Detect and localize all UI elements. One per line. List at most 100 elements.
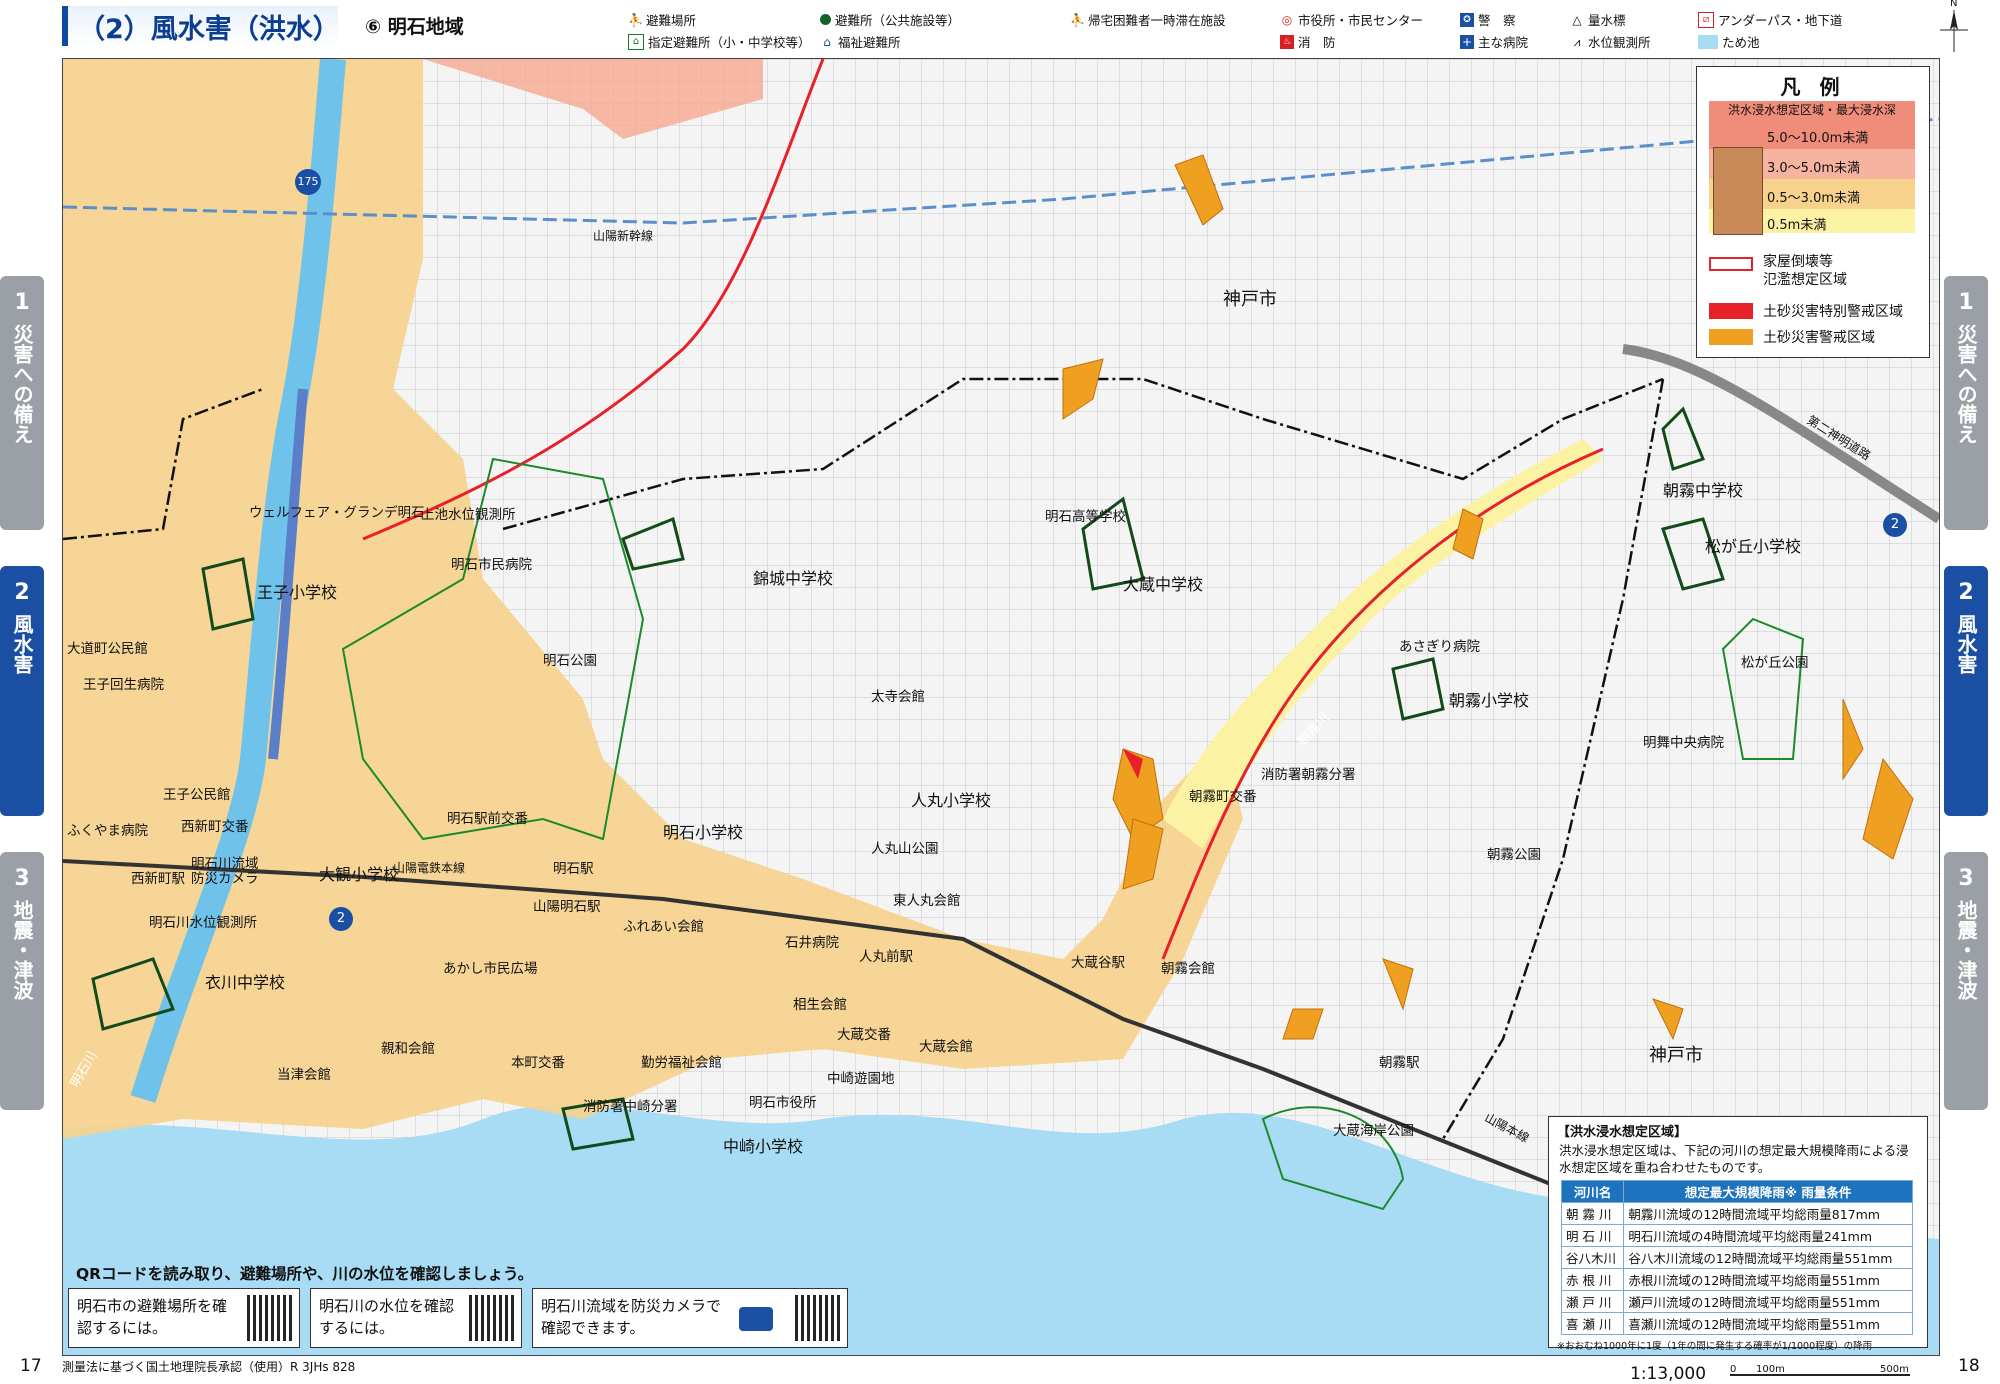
police-icon: ✪	[1460, 12, 1474, 27]
page-number-right: 18	[1958, 1356, 1980, 1376]
side-tab-right-2-label: 風水害	[1954, 614, 1978, 674]
legend-depth-title: 洪水浸水想定区域・最大浸水深	[1709, 101, 1915, 119]
legend-pond: ため池	[1698, 32, 1760, 51]
table-row: 明 石 川明石川流域の4時間流域平均総雨量241mm	[1560, 1224, 1913, 1247]
legend-police: ✪ 警 察	[1460, 10, 1516, 29]
table-row: 赤 根 川赤根川流域の12時間流域平均総雨量551mm	[1560, 1268, 1913, 1291]
north-label: N	[1950, 0, 1958, 9]
side-tab-left-1[interactable]: 1 災害への備え	[0, 276, 44, 530]
side-tab-left-3-label: 地震・津波	[10, 900, 34, 1000]
route-175-marker: 175	[295, 169, 321, 195]
route-2-marker-east: 2	[1883, 513, 1907, 537]
qr-code-water-level[interactable]	[469, 1295, 515, 1341]
school-asagiri-jhs: 朝霧中学校	[1663, 481, 1744, 500]
facility-akashi-city-hall: 明石市役所	[749, 1095, 817, 1111]
page-number-left: 17	[20, 1356, 42, 1376]
side-tab-right-2[interactable]: 2 風水害	[1944, 566, 1988, 816]
facility-tozu-kaikan: 当津会館	[277, 1067, 331, 1083]
welfare-shelter-icon: ⌂	[823, 34, 831, 49]
facility-tera-kaikan: 太寺会館	[871, 689, 925, 705]
water-level-station-icon: ⩘	[1573, 34, 1581, 49]
station-sanyo-akashi: 山陽明石駅	[533, 899, 601, 915]
city-label-kobe-north: 神戸市	[1223, 289, 1277, 310]
legend-hospital: + 主な病院	[1460, 34, 1529, 50]
landslide-warning-label: 土砂災害警戒区域	[1763, 330, 1875, 346]
facility-akashi-ekimae-koban: 明石駅前交番	[447, 811, 528, 827]
fire-station-icon: ♨	[1280, 34, 1294, 49]
legend-city-hall: ◎ 市役所・市民センター	[1281, 12, 1424, 29]
facility-oji-kaisei-hospital: 王子回生病院	[83, 677, 164, 693]
page-title: （2）風水害（洪水）	[78, 13, 340, 45]
rainfall-table: 河川名 想定最大規模降雨※ 雨量条件 朝 霧 川朝霧川流域の12時間流域平均総雨…	[1560, 1180, 1913, 1335]
table-row: 瀬 戸 川瀬戸川流域の12時間流域平均総雨量551mm	[1560, 1290, 1913, 1313]
side-tab-right-1-label: 災害への備え	[1954, 324, 1978, 444]
school-kinugawa-jhs: 衣川中学校	[205, 973, 286, 992]
legend-underpass: ⧄ アンダーパス・地下道	[1698, 10, 1842, 29]
school-matsugaoka-es: 松が丘小学校	[1705, 537, 1802, 556]
facility-akashi-river-gauge: 明石川水位観測所	[149, 915, 257, 931]
area-heading: ⑥ 明石地域	[365, 12, 464, 39]
water-gauge-icon: △	[1572, 12, 1582, 27]
facility-omichicho-kominkan: 大道町公民館	[67, 641, 148, 657]
station-nishishinmachi: 西新町駅	[131, 871, 185, 887]
pond-icon	[1698, 34, 1718, 49]
legend-designated-shelter: ⌂ 指定避難所（小・中学校等）	[628, 32, 811, 51]
side-tab-left-2[interactable]: 2 風水害	[0, 566, 44, 816]
depth-label-under-0.5m: 0.5m未満	[1767, 218, 1827, 233]
depth-label-3-5m: 3.0〜5.0m未満	[1767, 161, 1861, 176]
shinkansen-label: 山陽新幹線	[593, 229, 654, 243]
facility-nishishinmachi-koban: 西新町交番	[181, 819, 249, 835]
city-label-kobe-south: 神戸市	[1649, 1045, 1703, 1066]
facility-asagiri-park: 朝霧公園	[1487, 847, 1541, 863]
facility-matsugaoka-park: 松が丘公園	[1741, 655, 1809, 671]
video-camera-icon	[739, 1307, 773, 1331]
qr-code-shelters[interactable]	[247, 1295, 293, 1341]
collapse-zone-swatch	[1709, 257, 1753, 271]
facility-aioi-kaikan: 相生会館	[793, 997, 847, 1013]
route-2-marker-west: 2	[329, 907, 353, 931]
collapse-zone-label-1: 家屋倒壊等	[1763, 254, 1833, 270]
area-number: ⑥	[365, 16, 382, 38]
school-kinjo-jhs: 錦城中学校	[753, 569, 834, 588]
side-tab-right-3[interactable]: 3 地震・津波	[1944, 852, 1988, 1110]
qr-code-camera[interactable]	[795, 1295, 841, 1341]
facility-meimai-chuo-hospital: 明舞中央病院	[1643, 735, 1724, 751]
underpass-icon: ⧄	[1698, 11, 1714, 28]
school-oji-es: 王子小学校	[257, 583, 338, 602]
side-tab-left-1-label: 災害への備え	[10, 324, 34, 444]
facility-ishii-hospital: 石井病院	[785, 935, 839, 951]
legend-stranded-facility: ⛹ 帰宅困難者一時滞在施設	[1070, 12, 1226, 29]
facility-akashi-city-hospital: 明石市民病院	[451, 557, 532, 573]
qr-box-shelters[interactable]: 明石市の避難場所を確認するには。	[68, 1288, 300, 1348]
facility-kinro-fukushi-kaikan: 勤労福祉会館	[641, 1055, 722, 1071]
city-hall-icon: ◎	[1281, 12, 1293, 27]
map-legend: 凡 例 洪水浸水想定区域・最大浸水深 5.0〜10.0m未満 3.0〜5.0m未…	[1696, 66, 1930, 358]
facility-akashi-high-school: 明石高等学校	[1045, 509, 1126, 525]
side-tab-left-3[interactable]: 3 地震・津波	[0, 852, 44, 1110]
facility-okura-kaikan: 大蔵会館	[919, 1039, 973, 1055]
qr-box-camera[interactable]: 明石川流域を防災カメラで確認できます。	[532, 1288, 848, 1348]
side-tab-right-1[interactable]: 1 災害への備え	[1944, 276, 1988, 530]
north-arrow: N	[1936, 0, 1972, 54]
collapse-zone-label-2: 氾濫想定区域	[1763, 272, 1847, 288]
school-taikan-es: 大観小学校	[319, 865, 400, 884]
qr-box-water-level[interactable]: 明石川の水位を確認するには。	[310, 1288, 522, 1348]
facility-nakasaki-fire-branch: 消防署中崎分署	[583, 1099, 678, 1115]
side-tab-right-3-label: 地震・津波	[1954, 900, 1978, 1000]
facility-hitomaruyama-park: 人丸山公園	[871, 841, 939, 857]
page-header: （2）風水害（洪水） ⑥ 明石地域 ⛹ 避難場所 ⌂ 指定避難所（小・中学校等） 避…	[0, 0, 2000, 56]
school-okura-jhs: 大蔵中学校	[1123, 575, 1204, 594]
facility-shinwa-kaikan: 親和会館	[381, 1041, 435, 1057]
facility-asagiricho-koban: 朝霧町交番	[1189, 789, 1257, 805]
facility-okura-kaigan-park: 大蔵海岸公園	[1333, 1123, 1414, 1139]
facility-honmachi-koban: 本町交番	[511, 1055, 565, 1071]
facility-akashi-shimin-hiroba: あかし市民広場	[443, 961, 538, 977]
depth-label-0.5-3m: 0.5〜3.0m未満	[1767, 191, 1861, 206]
facility-kamiike-gauge: 上池水位観測所	[421, 507, 516, 523]
landslide-warning-swatch	[1709, 329, 1753, 345]
legend-water-gauge: △ 量水標	[1570, 10, 1625, 29]
table-header-row: 河川名 想定最大規模降雨※ 雨量条件	[1560, 1180, 1913, 1203]
legend-shelter: 避難所（公共施設等）	[820, 10, 960, 29]
school-asagiri-es: 朝霧小学校	[1449, 691, 1530, 710]
legend-evac-site: ⛹ 避難場所	[628, 12, 697, 29]
